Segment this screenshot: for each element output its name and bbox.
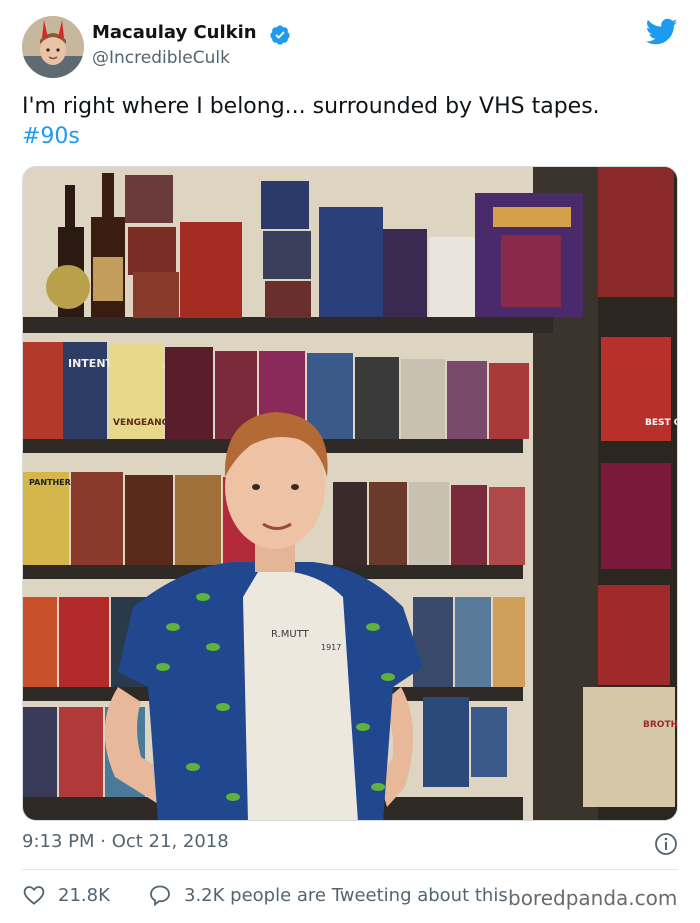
tweet-text: I'm right where I belong... surrounded b…: [22, 92, 682, 152]
tweet-body: I'm right where I belong... surrounded b…: [22, 94, 600, 119]
author-handle[interactable]: @IncredibleCulk: [92, 48, 230, 68]
author-name[interactable]: Macaulay Culkin: [92, 22, 257, 43]
tweet-card: Macaulay Culkin @IncredibleCulk I'm righ…: [0, 0, 700, 923]
heart-icon: [23, 886, 45, 905]
like-action[interactable]: 21.8K: [22, 881, 110, 909]
hashtag-link[interactable]: #90s: [22, 122, 682, 152]
reply-action[interactable]: 3.2K people are Tweeting about this: [148, 881, 508, 909]
info-icon[interactable]: [654, 832, 678, 856]
tape-label-best: BEST OF THE BEST: [645, 418, 678, 428]
like-count: 21.8K: [58, 884, 110, 906]
speech-bubble-icon: [150, 885, 170, 907]
tape-label-brother: BROTHER: [643, 720, 678, 730]
divider: [22, 869, 678, 870]
verified-badge-icon: [270, 25, 290, 45]
reply-summary: 3.2K people are Tweeting about this: [184, 884, 508, 906]
twitter-bird-icon[interactable]: [646, 18, 678, 46]
avatar[interactable]: [22, 16, 84, 78]
watermark: boredpanda.com: [508, 886, 678, 910]
tweet-timestamp[interactable]: 9:13 PM · Oct 21, 2018: [22, 831, 229, 852]
tape-label-panther: PANTHER: [29, 478, 71, 487]
shirt-year: 1917: [321, 643, 341, 652]
tweet-photo[interactable]: INTENT TO KILL VENGEANCE PANTHER: [22, 166, 678, 821]
shirt-print: R.MUTT: [271, 629, 310, 640]
